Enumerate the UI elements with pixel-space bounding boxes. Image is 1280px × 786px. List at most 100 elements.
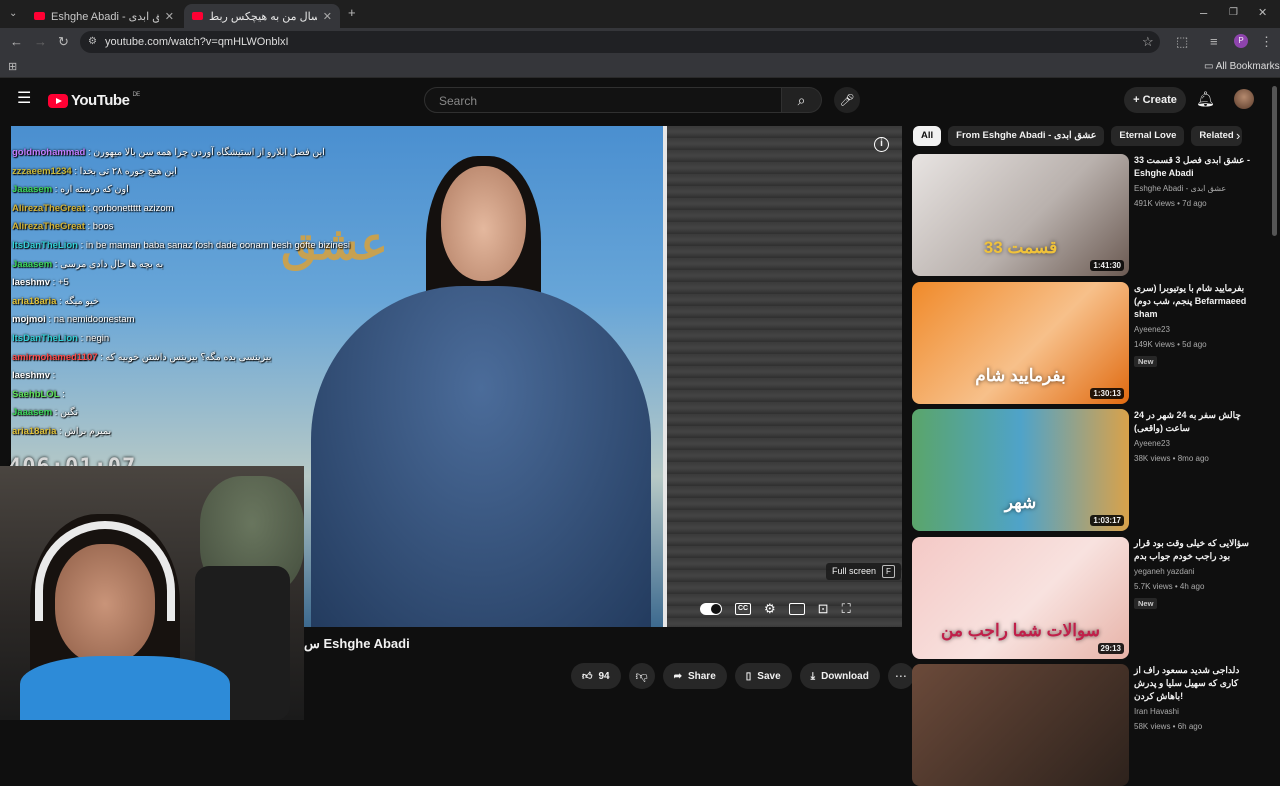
tooltip-key: F (882, 565, 895, 578)
download-button[interactable]: ⤓ Download (799, 663, 880, 689)
chip-eternal-love[interactable]: Eternal Love (1111, 126, 1185, 146)
chat-message: ItsDanTheLion : in be maman baba sanaz f… (12, 237, 350, 256)
chat-username: laeshmv (12, 277, 51, 289)
settings-gear-icon[interactable]: ⚙ (764, 601, 776, 617)
dislike-button[interactable]: 👎︎ (628, 663, 655, 689)
video-thumbnail[interactable]: بفرمایید شام 1:30:13 (912, 282, 1129, 404)
more-actions-button[interactable]: ⋯ (887, 663, 914, 689)
window-close-icon[interactable]: ✕ (1258, 4, 1267, 22)
tab-close-icon[interactable]: ✕ (165, 10, 174, 23)
voice-search-button[interactable]: 🎤︎ (834, 87, 860, 113)
chat-text: : qorbonettttt azizom (87, 202, 174, 214)
site-info-icon[interactable]: ⚙ (88, 33, 97, 51)
miniplayer-icon[interactable] (788, 603, 805, 615)
address-bar[interactable]: ⚙ youtube.com/watch?v=qmHLWOnblxI (80, 31, 1160, 53)
search-button[interactable]: ⌕ (782, 87, 822, 113)
fullscreen-icon[interactable]: ⛶ (842, 601, 851, 617)
back-icon[interactable]: ← (10, 33, 23, 51)
video-title-link[interactable]: چالش سفر به 24 شهر در 24 ساعت (واقعی) (1134, 409, 1259, 435)
chat-text: : in be maman baba sanaz fosh dade oonam… (80, 239, 350, 251)
chat-username: laeshmv (12, 370, 51, 382)
autoplay-toggle[interactable] (700, 603, 722, 615)
bookmark-star-icon[interactable]: ☆ (1142, 33, 1154, 51)
video-title-link[interactable]: سؤالایی که خیلی وقت بود قرار بود راجب خو… (1134, 537, 1259, 563)
create-button[interactable]: + Create (1124, 87, 1186, 113)
chat-message: Jaaasem : اون که درسته اره (12, 181, 312, 200)
video-thumbnail[interactable]: قسمت 33 1:41:30 (912, 154, 1129, 276)
channel-name[interactable]: Eshghe Abadi - عشق ابدی (1134, 182, 1259, 195)
apps-grid-icon[interactable]: ⊞ (8, 58, 17, 76)
hamburger-menu-icon[interactable]: ☰ (17, 90, 31, 108)
channel-name[interactable]: Ayeene23 (1134, 323, 1259, 336)
video-stats: 5.7K views • 4h ago (1134, 582, 1205, 591)
video-stats: 38K views • 8mo ago (1134, 454, 1209, 463)
new-tab-icon[interactable]: + (348, 4, 356, 22)
video-title-link[interactable]: دلداجی شدید مسعود راف از کاری که سهیل سل… (1134, 664, 1259, 703)
chat-text: : این هیچ جوره ۲۸ تی بخدا (74, 165, 177, 177)
chat-text: : negin (80, 332, 110, 344)
reload-icon[interactable]: ↻ (58, 33, 69, 51)
video-title-link[interactable]: بفرمایید شام با یوتیوبرا (سری پنجم، شب د… (1134, 282, 1259, 321)
video-thumbnail[interactable]: سوالات شما راجب من 29:13 (912, 537, 1129, 659)
thumbnail-caption: بفرمایید شام (975, 366, 1066, 385)
chat-message: Jaaasem : به بچه ها حال دادی مرسی (12, 256, 312, 275)
new-badge: New (1134, 598, 1158, 609)
youtube-logo[interactable]: YouTube DE (48, 92, 140, 109)
channel-name[interactable]: Iran Havashi (1134, 705, 1259, 718)
download-icon: ⤓ (810, 670, 816, 682)
minimize-icon[interactable]: – (1200, 4, 1207, 22)
cast-icon[interactable]: ⊡ (818, 601, 829, 617)
account-avatar[interactable] (1234, 89, 1254, 109)
channel-name[interactable]: Ayeene23 (1134, 437, 1259, 450)
all-bookmarks[interactable]: ▭ All Bookmarks (1204, 61, 1280, 72)
browser-tab-active[interactable]: سن و سال من به هیچکس ربط ✕ (184, 4, 340, 28)
recommended-video[interactable]: بفرمایید شام 1:30:13 بفرمایید شام با یوت… (912, 282, 1272, 404)
video-info-icon[interactable]: i (874, 137, 889, 152)
save-button[interactable]: ▯ Save (734, 663, 792, 689)
recommended-video[interactable]: شهر 1:03:17 چالش سفر به 24 شهر در 24 ساع… (912, 409, 1272, 531)
thumbs-up-icon: 👍︎ (582, 671, 593, 682)
video-actions: 👍︎ 94 👎︎ ➦ Share ▯ Save ⤓ Download ⋯ (571, 663, 914, 689)
video-title-link[interactable]: عشق ابدی فصل 3 قسمت 33 - Eshghe Abadi (1134, 154, 1259, 180)
channel-name[interactable]: yeganeh yazdani (1134, 565, 1259, 578)
video-duration: 1:30:13 (1090, 388, 1124, 399)
browser-menu-icon[interactable]: ⋮ (1260, 33, 1273, 51)
thumbnail-caption: شهر (1004, 493, 1037, 512)
save-label: Save (757, 670, 781, 682)
recommended-video[interactable]: قسمت 33 1:41:30 عشق ابدی فصل 3 قسمت 33 -… (912, 154, 1272, 276)
video-duration: 29:13 (1097, 643, 1124, 654)
chat-username: aria18aria (12, 425, 57, 437)
restore-icon[interactable]: ❐ (1229, 4, 1238, 22)
bookmark-icon: ▯ (745, 670, 752, 682)
share-button[interactable]: ➦ Share (662, 663, 727, 689)
subtitles-icon[interactable]: CC (735, 603, 751, 615)
forward-icon[interactable]: → (34, 33, 47, 51)
recommended-video[interactable]: سوالات شما راجب من 29:13 سؤالایی که خیلی… (912, 537, 1272, 659)
video-meta: بفرمایید شام با یوتیوبرا (سری پنجم، شب د… (1134, 282, 1259, 369)
search-input[interactable]: Search (424, 87, 782, 113)
recommended-video[interactable]: دلداجی شدید مسعود راف از کاری که سهیل سل… (912, 664, 1272, 786)
browser-tab[interactable]: Eshghe Abadi - عشق ابدی - You ✕ (26, 4, 182, 28)
tab-close-icon[interactable]: ✕ (323, 10, 332, 23)
chips-next-chevron-icon[interactable]: › (1236, 126, 1240, 146)
video-duration: 1:41:30 (1090, 260, 1124, 271)
chat-text: : بیزینسی بده مگه؟ بیزینس داشتن خوبیه که (100, 351, 272, 363)
chip-from-channel[interactable]: From Eshghe Abadi - عشق ابدی (948, 126, 1105, 146)
notifications-bell-icon[interactable]: 🔔︎ (1196, 90, 1215, 108)
chat-message: ItsDanTheLion : negin (12, 330, 312, 349)
profile-avatar[interactable]: P (1234, 34, 1248, 48)
chip-all[interactable]: All (913, 126, 942, 146)
chat-username: mojmoi (12, 314, 46, 326)
chip-related[interactable]: Related (1191, 126, 1242, 146)
video-thumbnail[interactable]: شهر 1:03:17 (912, 409, 1129, 531)
chat-text: : نگین (54, 407, 79, 419)
chat-text: : این فصل ابلارو از استیشگاه آوردن چرا ه… (88, 147, 325, 158)
extensions-icon[interactable]: ⬚ (1176, 33, 1188, 51)
video-meta: عشق ابدی فصل 3 قسمت 33 - Eshghe Abadi Es… (1134, 154, 1259, 210)
tab-search-icon[interactable]: ⌄ (9, 5, 17, 23)
video-thumbnail[interactable] (912, 664, 1129, 786)
youtube-play-icon (48, 93, 68, 108)
media-icon[interactable]: ≡ (1210, 33, 1218, 51)
like-button[interactable]: 👍︎ 94 (571, 663, 621, 689)
page-scrollbar[interactable] (1272, 86, 1277, 236)
